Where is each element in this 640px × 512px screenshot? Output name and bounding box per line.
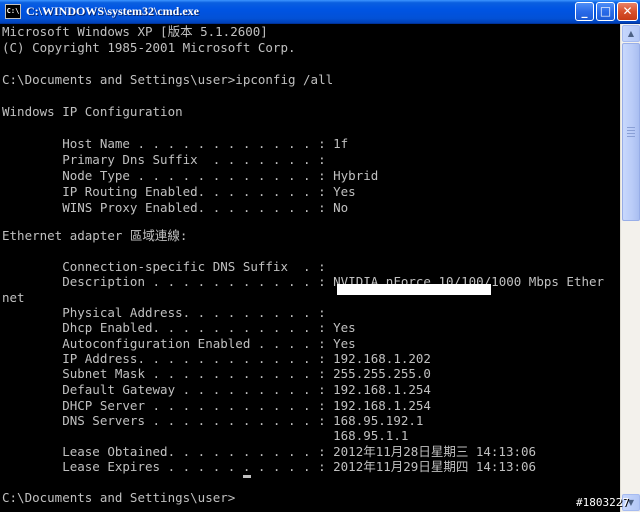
window-title: C:\WINDOWS\system32\cmd.exe	[26, 4, 199, 18]
console-line: Default Gateway . . . . . . . . . : 192.…	[2, 382, 431, 397]
console-line: Autoconfiguration Enabled . . . . : Yes	[2, 336, 356, 351]
console-line: Windows IP Configuration	[2, 104, 183, 119]
console-line: WINS Proxy Enabled. . . . . . . . : No	[2, 200, 349, 215]
redacted-mac-address-block	[337, 284, 491, 295]
console-line: IP Address. . . . . . . . . . . . : 192.…	[2, 351, 431, 366]
post-id-watermark: #1803227	[576, 496, 629, 509]
console-line: 168.95.1.1	[2, 428, 409, 443]
console-line: Ethernet adapter 區域連線:	[2, 228, 188, 243]
vertical-scrollbar[interactable]: ▲ ▼	[620, 24, 640, 512]
cmd-app-icon[interactable]: C:\	[5, 4, 21, 19]
minimize-button[interactable]: _	[575, 2, 594, 21]
console-line: Host Name . . . . . . . . . . . . : 1f	[2, 136, 349, 151]
console-line: Physical Address. . . . . . . . . :	[2, 305, 326, 320]
scroll-up-arrow-icon[interactable]: ▲	[622, 25, 640, 42]
thumb-grip-line	[627, 127, 635, 128]
text-cursor	[243, 475, 251, 478]
console-line: Primary Dns Suffix . . . . . . . :	[2, 152, 326, 167]
console-line: Dhcp Enabled. . . . . . . . . . . : Yes	[2, 320, 356, 335]
console-line: IP Routing Enabled. . . . . . . . : Yes	[2, 184, 356, 199]
console-line: DNS Servers . . . . . . . . . . . : 168.…	[2, 413, 424, 428]
console-line: Microsoft Windows XP [版本 5.1.2600]	[2, 24, 268, 39]
cmd-window: C:\ C:\WINDOWS\system32\cmd.exe _ □ ✕ Mi…	[0, 0, 640, 512]
console-line: Lease Expires . . . . . . . . . . : 2012…	[2, 459, 537, 474]
console-line: net	[2, 290, 25, 305]
thumb-grip-line	[627, 136, 635, 137]
close-button[interactable]: ✕	[617, 2, 638, 21]
thumb-grip-line	[627, 130, 635, 131]
console-line: DHCP Server . . . . . . . . . . . : 192.…	[2, 398, 431, 413]
console-line: Lease Obtained. . . . . . . . . . : 2012…	[2, 444, 537, 459]
console-line: C:\Documents and Settings\user>ipconfig …	[2, 72, 334, 87]
console-line: Description . . . . . . . . . . . : NVID…	[2, 274, 605, 289]
console-output[interactable]: Microsoft Windows XP [版本 5.1.2600] (C) C…	[0, 24, 620, 512]
maximize-button[interactable]: □	[596, 2, 615, 21]
thumb-grip-line	[627, 133, 635, 134]
command-prompt: C:\Documents and Settings\user>	[2, 490, 236, 505]
console-line: Subnet Mask . . . . . . . . . . . : 255.…	[2, 366, 431, 381]
console-line: Connection-specific DNS Suffix . :	[2, 259, 326, 274]
console-line: (C) Copyright 1985-2001 Microsoft Corp.	[2, 40, 296, 55]
scrollbar-thumb[interactable]	[622, 43, 640, 221]
title-bar[interactable]: C:\ C:\WINDOWS\system32\cmd.exe _ □ ✕	[0, 0, 640, 24]
console-line: Node Type . . . . . . . . . . . . : Hybr…	[2, 168, 379, 183]
